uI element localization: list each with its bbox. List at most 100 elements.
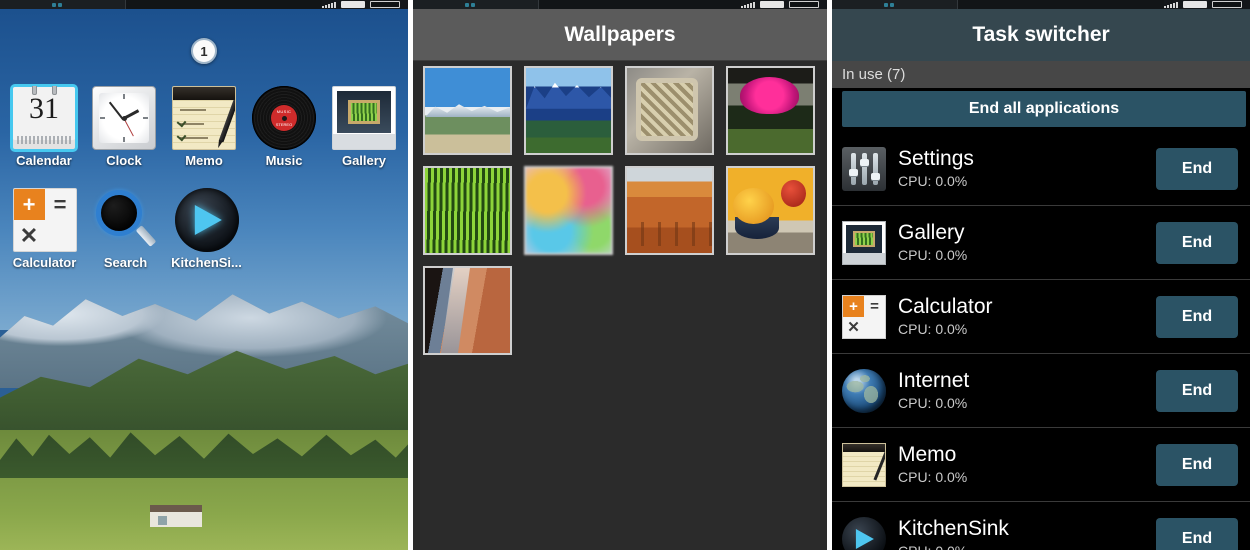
app-icon-clock[interactable]: Clock xyxy=(84,86,164,168)
wallpapers-panel: Wallpapers xyxy=(413,0,827,550)
task-switcher-panel: Task switcher In use (7) End all applica… xyxy=(832,0,1250,550)
play-triangle xyxy=(855,528,874,549)
slider-knob xyxy=(871,172,880,180)
status-dot xyxy=(884,2,888,7)
memo-pen xyxy=(873,451,885,480)
end-button[interactable]: End xyxy=(1156,517,1238,550)
home-screen-panel: 1 31 Calendar Clock Memo MUSIC STEREO Mu… xyxy=(0,0,408,550)
wallpaper-thumb-slot-canyon[interactable] xyxy=(423,266,512,355)
battery-outline-icon xyxy=(370,1,400,8)
calc-key-equals: = xyxy=(53,191,67,217)
calc-key-plus: + xyxy=(13,189,45,220)
search-icon[interactable] xyxy=(94,188,158,252)
app-icon-memo[interactable]: Memo xyxy=(164,86,244,168)
app-icon-music[interactable]: MUSIC STEREO Music xyxy=(244,86,324,168)
app-icon-calculator[interactable]: + = ✕ Calculator xyxy=(4,188,85,270)
three-panel-screenshot: 1 31 Calendar Clock Memo MUSIC STEREO Mu… xyxy=(0,0,1250,550)
end-button[interactable]: End xyxy=(1156,147,1238,190)
end-button[interactable]: End xyxy=(1156,369,1238,412)
task-row-internet[interactable]: Internet CPU: 0.0% End xyxy=(832,354,1250,428)
task-row-gallery[interactable]: Gallery CPU: 0.0% End xyxy=(832,206,1250,280)
wallpaper-background xyxy=(0,0,408,550)
app-label: KitchenSi... xyxy=(171,255,242,270)
app-icon-search[interactable]: Search xyxy=(85,188,166,270)
music-icon[interactable]: MUSIC STEREO xyxy=(252,86,316,150)
wallpaper-thumb-bicycle-basket[interactable] xyxy=(625,66,714,155)
status-bar-middle xyxy=(538,0,741,9)
in-use-label: In use (7) xyxy=(832,61,1250,88)
calendar-icon[interactable]: 31 xyxy=(10,84,78,152)
wallpaper-thumbnail-grid xyxy=(423,66,817,550)
task-switcher-title: Task switcher xyxy=(832,9,1250,61)
record-label-bottom: STEREO xyxy=(275,122,293,127)
task-row-kitchensink[interactable]: KitchenSink CPU: 0.0% End xyxy=(832,502,1250,550)
task-cpu: CPU: 0.0% xyxy=(898,247,968,263)
page-indicator-badge[interactable]: 1 xyxy=(191,38,217,64)
wallpaper-thumb-green-bamboo-forest[interactable] xyxy=(423,166,512,255)
slider-track xyxy=(873,152,878,185)
wallpaper-thumb-fruit-bowl-still-life[interactable] xyxy=(726,166,815,255)
wallpaper-thumb-pastel-blur-abstract[interactable] xyxy=(524,166,613,255)
clock-tick xyxy=(123,94,125,99)
wallpaper-thumb-blue-mountain-range[interactable] xyxy=(524,66,613,155)
calculator-icon[interactable]: + = ✕ xyxy=(12,188,77,252)
app-icon-kitchensink[interactable]: KitchenSi... xyxy=(166,188,247,270)
gallery-icon[interactable] xyxy=(332,86,396,150)
wallpaper-thumb-snowy-mountains-valley[interactable] xyxy=(423,66,512,155)
status-dot xyxy=(52,2,56,7)
task-row-settings[interactable]: Settings CPU: 0.0% End xyxy=(832,132,1250,206)
wallpaper-thumb-pink-flowers-bowl[interactable] xyxy=(726,66,815,155)
task-meta: KitchenSink CPU: 0.0% xyxy=(898,517,1156,550)
task-name: Gallery xyxy=(898,221,965,244)
wallpapers-title: Wallpapers xyxy=(413,9,827,61)
clock-icon[interactable] xyxy=(92,86,156,150)
gallery-icon xyxy=(842,220,886,265)
app-icon-calendar[interactable]: 31 Calendar xyxy=(4,84,84,168)
bowl-shape xyxy=(734,217,779,240)
status-bar-right xyxy=(322,1,408,8)
clock-tick xyxy=(143,117,148,119)
clock-tick xyxy=(100,117,105,119)
status-bar-middle xyxy=(125,0,322,9)
end-button[interactable]: End xyxy=(1156,443,1238,486)
task-row-memo[interactable]: Memo CPU: 0.0% End xyxy=(832,428,1250,502)
task-meta: Calculator CPU: 0.0% xyxy=(898,295,1156,338)
status-dot xyxy=(465,2,469,7)
kitchensink-icon[interactable] xyxy=(174,188,239,252)
task-meta: Internet CPU: 0.0% xyxy=(898,369,1156,412)
status-indicator-dots xyxy=(884,2,894,7)
task-meta: Memo CPU: 0.0% xyxy=(898,443,1156,486)
gallery-inner xyxy=(846,224,882,253)
status-dot xyxy=(58,2,62,7)
task-list[interactable]: Settings CPU: 0.0% End Gallery CPU: 0.0%… xyxy=(832,132,1250,550)
calculator-icon: + = ✕ xyxy=(842,294,886,339)
end-all-wrapper: End all applications xyxy=(832,88,1250,132)
house-shape xyxy=(150,505,202,527)
end-button[interactable]: End xyxy=(1156,221,1238,264)
task-cpu: CPU: 0.0% xyxy=(898,321,968,337)
signal-icon xyxy=(741,1,755,8)
app-icon-gallery[interactable]: Gallery xyxy=(324,86,404,168)
settings-icon xyxy=(842,146,886,191)
app-label: Memo xyxy=(185,153,223,168)
task-row-calculator[interactable]: + = ✕ Calculator CPU: 0.0% End xyxy=(832,280,1250,354)
status-dot xyxy=(471,2,475,7)
slider-knob xyxy=(849,168,858,176)
app-label: Music xyxy=(265,153,303,168)
calc-key-plus: + xyxy=(843,295,864,317)
wallpaper-thumb-desert-camels[interactable] xyxy=(625,166,714,255)
memo-icon xyxy=(842,442,886,487)
battery-outline-icon xyxy=(789,1,819,8)
task-meta: Settings CPU: 0.0% xyxy=(898,147,1156,190)
home-icon-row: 31 Calendar Clock Memo MUSIC STEREO Musi… xyxy=(4,84,404,168)
internet-globe-icon xyxy=(842,368,886,413)
memo-icon[interactable] xyxy=(172,86,236,150)
signal-icon xyxy=(1164,1,1178,8)
end-button[interactable]: End xyxy=(1156,295,1238,338)
end-all-applications-button[interactable]: End all applications xyxy=(842,91,1246,127)
status-bar xyxy=(832,0,1250,9)
record-label-top: MUSIC xyxy=(276,109,292,114)
battery-icon xyxy=(760,1,784,8)
battery-outline-icon xyxy=(1212,1,1242,8)
task-name: KitchenSink xyxy=(898,517,1009,540)
